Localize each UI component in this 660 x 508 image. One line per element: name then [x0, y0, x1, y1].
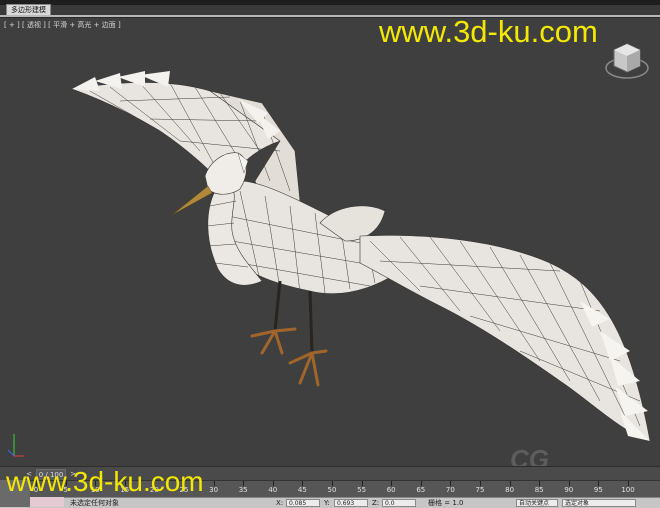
perspective-viewport[interactable]: [ + ] [ 透视 ] [ 平滑 + 高光 + 边面 ] www.3d-ku.… [0, 17, 660, 467]
trackbar-tick-label: 75 [475, 486, 485, 494]
trackbar-tick-label: 80 [505, 486, 515, 494]
trackbar-tick-label: 50 [327, 486, 337, 494]
trackbar-tick-label: 30 [209, 486, 219, 494]
trackbar-tick-label: 95 [593, 486, 603, 494]
trackbar-tick-label: 45 [297, 486, 307, 494]
z-coordinate-field[interactable]: 0.0 [382, 499, 416, 507]
trackbar-tick-label: 70 [445, 486, 455, 494]
watermark-bottom: www.3d-ku.com [6, 466, 204, 497]
y-coordinate-field[interactable]: 0.693 [334, 499, 368, 507]
crane-model[interactable] [0, 18, 660, 467]
trackbar-tick-label: 40 [268, 486, 278, 494]
trackbar-tick-label: 65 [416, 486, 426, 494]
faint-logo-watermark: CG [510, 444, 549, 467]
trackbar-tick-label: 55 [357, 486, 367, 494]
trackbar-tick-label: 100 [621, 486, 635, 494]
trackbar-tick-label: 90 [564, 486, 574, 494]
trackbar-tick-label: 35 [238, 486, 248, 494]
trackbar-tick-label: 85 [534, 486, 544, 494]
status-bar: 未选定任何对象 X: 0.085 Y: 0.693 Z: 0.0 栅格 = 1.… [0, 497, 660, 508]
x-coordinate-field[interactable]: 0.085 [286, 499, 320, 507]
title-bar-strip [0, 0, 660, 5]
autokey-button[interactable]: 自动关键点 [516, 499, 558, 507]
selection-set-dropdown[interactable]: 选定对象 [562, 499, 636, 507]
trackbar-tick-label: 60 [386, 486, 396, 494]
axis-tripod-icon [7, 434, 24, 457]
maxscript-listener[interactable] [30, 497, 64, 507]
